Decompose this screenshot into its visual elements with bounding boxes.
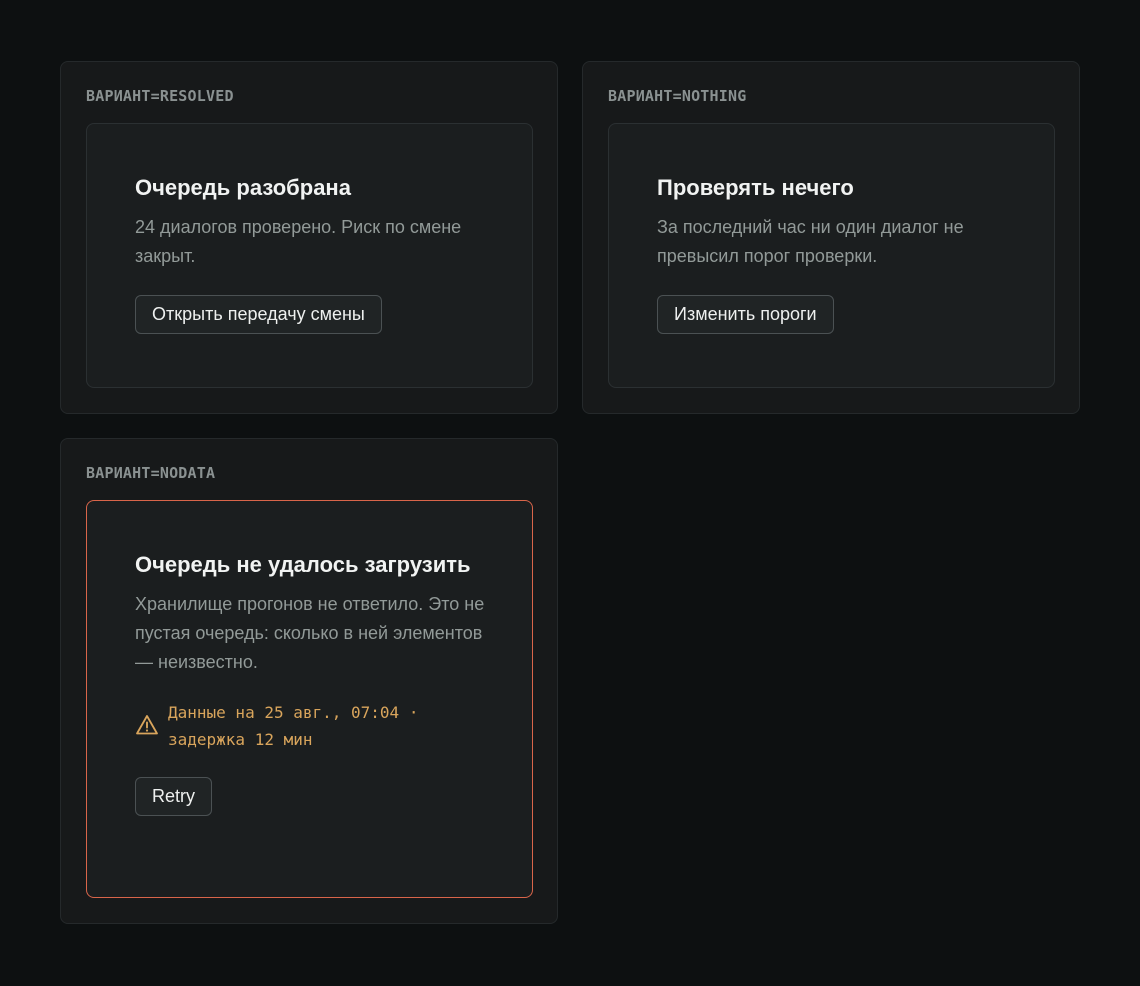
card-content: Очередь не удалось загрузить Хранилище п… xyxy=(135,549,485,816)
card-content: Проверять нечего За последний час ни оди… xyxy=(657,172,1007,334)
warning-text: Данные на 25 авг., 07:04 · задержка 12 м… xyxy=(168,703,419,749)
card-description: За последний час ни один диалог не превы… xyxy=(657,217,964,266)
error-state-card: Очередь не удалось загрузить Хранилище п… xyxy=(86,500,533,898)
variant-label: ВАРИАНТ=NOTHING xyxy=(608,87,747,105)
change-thresholds-button[interactable]: Изменить пороги xyxy=(657,295,834,334)
open-shift-handoff-button[interactable]: Открыть передачу смены xyxy=(135,295,382,334)
variant-panel-nothing: ВАРИАНТ=NOTHING Проверять нечего За посл… xyxy=(582,61,1080,414)
variant-panel-nodata: ВАРИАНТ=NODATA Очередь не удалось загруз… xyxy=(60,438,558,924)
card-title: Очередь не удалось загрузить xyxy=(135,552,471,577)
empty-state-card: Проверять нечего За последний час ни оди… xyxy=(608,123,1055,388)
card-content: Очередь разобрана 24 диалогов проверено.… xyxy=(135,172,485,334)
card-description: Хранилище прогонов не ответило. Это не п… xyxy=(135,594,485,672)
empty-state-card: Очередь разобрана 24 диалогов проверено.… xyxy=(86,123,533,388)
variant-label: ВАРИАНТ=NODATA xyxy=(86,464,216,482)
data-staleness-warning: Данные на 25 авг., 07:04 · задержка 12 м… xyxy=(135,699,485,753)
retry-button[interactable]: Retry xyxy=(135,777,213,816)
variant-label: ВАРИАНТ=RESOLVED xyxy=(86,87,234,105)
card-description: 24 диалогов проверено. Риск по смене зак… xyxy=(135,217,462,266)
card-title: Проверять нечего xyxy=(657,175,854,200)
warning-triangle-icon xyxy=(136,715,158,735)
card-title: Очередь разобрана xyxy=(135,175,351,200)
variant-panel-resolved: ВАРИАНТ=RESOLVED Очередь разобрана 24 ди… xyxy=(60,61,558,414)
